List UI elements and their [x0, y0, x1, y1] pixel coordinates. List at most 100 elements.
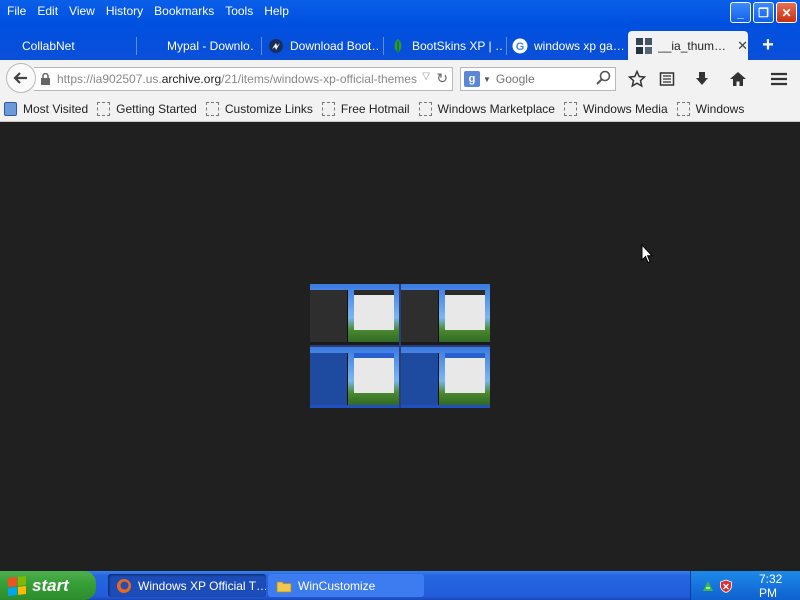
mouse-cursor-icon — [641, 243, 654, 267]
bookmark-windows[interactable]: Windows — [676, 102, 745, 116]
tab-label: BootSkins XP | … — [412, 38, 502, 53]
tab-label: Download Boot… — [290, 38, 378, 53]
home-icon[interactable] — [727, 69, 749, 89]
url-prefix: https://ia902507.us. — [57, 72, 162, 86]
bookmark-most-visited[interactable]: Most Visited — [4, 102, 88, 116]
url-host: archive.org — [161, 72, 222, 86]
bookmark-windows-media[interactable]: Windows Media — [563, 102, 668, 116]
url-text[interactable]: https://ia902507.us.archive.org/21/items… — [57, 72, 417, 86]
bookmark-label: Free Hotmail — [340, 102, 410, 116]
tab-mypal[interactable]: Mypal - Downlo… — [167, 31, 255, 60]
search-input[interactable] — [495, 72, 596, 86]
hamburger-menu-icon[interactable] — [768, 69, 790, 89]
tab-bootskins-xp[interactable]: BootSkins XP | … — [390, 31, 502, 60]
page-icon — [205, 102, 219, 116]
search-engine-dropdown-icon[interactable]: ▼ — [483, 75, 491, 84]
bookmark-label: Customize Links — [224, 102, 313, 116]
taskbar-preview — [310, 405, 399, 408]
page-content — [0, 122, 800, 571]
bookmark-label: Getting Started — [116, 102, 197, 116]
page-icon — [97, 102, 111, 116]
page-icon — [418, 102, 432, 116]
window-preview — [445, 353, 485, 393]
theme-preview-blue — [310, 347, 399, 408]
page-icon — [563, 102, 577, 116]
menu-history[interactable]: History — [103, 4, 151, 18]
search-icon[interactable] — [596, 70, 611, 89]
system-tray: 7:32 PM — [690, 571, 800, 600]
back-button[interactable] — [6, 63, 36, 93]
menu-view[interactable]: View — [66, 4, 103, 18]
windows-logo-icon — [8, 575, 26, 596]
tab-close-icon[interactable]: ✕ — [737, 38, 748, 54]
tab-separator — [261, 37, 262, 55]
bookmark-star-icon[interactable] — [626, 69, 648, 89]
start-button[interactable]: start — [0, 571, 96, 600]
leaf-icon — [390, 38, 406, 54]
minimize-button[interactable]: _ — [730, 2, 751, 23]
taskbar-item-label: Windows XP Official T… — [138, 578, 266, 593]
url-dropdown-icon[interactable]: ▽ — [422, 71, 430, 82]
thumbnail-image[interactable] — [310, 284, 490, 408]
bookmark-getting-started[interactable]: Getting Started — [97, 102, 197, 116]
tab-windows-xp-google[interactable]: G windows xp ga… — [512, 31, 624, 60]
bookmark-label: Windows — [695, 102, 745, 116]
start-menu-preview — [310, 290, 348, 342]
tab-strip: CollabNet Mypal - Downlo… Download Boot…… — [0, 31, 800, 60]
theme-preview-dark-2 — [401, 284, 490, 345]
reload-icon[interactable]: ↻ — [436, 70, 448, 87]
bookmark-windows-marketplace[interactable]: Windows Marketplace — [418, 102, 555, 116]
url-bar[interactable]: https://ia902507.us.archive.org/21/items… — [34, 67, 453, 91]
tab-separator — [506, 37, 507, 55]
image-icon — [636, 37, 652, 54]
taskbar-preview — [401, 405, 490, 408]
new-tab-button[interactable]: + — [756, 33, 780, 57]
taskbar-item-wincustomize[interactable]: WinCustomize — [268, 574, 424, 597]
url-path: /21/items/windows-xp-official-themes/__i… — [221, 72, 417, 86]
tab-collabnet[interactable]: CollabNet — [22, 31, 130, 60]
most-visited-icon — [4, 102, 17, 116]
download-icon[interactable] — [691, 69, 713, 89]
tab-separator — [136, 37, 137, 55]
tab-label: Mypal - Downlo… — [167, 38, 255, 53]
reading-list-icon[interactable] — [656, 69, 678, 89]
menu-file[interactable]: File — [4, 4, 34, 18]
bootskins-icon — [268, 38, 284, 54]
tab-ia-thumb[interactable]: __ia_thum… ✕ — [628, 31, 748, 60]
bookmark-label: Windows Marketplace — [437, 102, 555, 116]
tab-label: windows xp ga… — [534, 38, 624, 53]
taskbar-item-label: WinCustomize — [298, 578, 376, 593]
close-button[interactable]: ✕ — [776, 2, 797, 23]
folder-icon — [276, 578, 292, 594]
taskbar-preview — [310, 342, 399, 345]
back-arrow-icon — [13, 72, 27, 84]
google-search-icon: g — [464, 71, 480, 87]
window-preview — [354, 290, 394, 330]
lock-icon — [40, 73, 52, 85]
window-preview — [445, 290, 485, 330]
bookmark-label: Windows Media — [582, 102, 668, 116]
restore-button[interactable]: ❐ — [753, 2, 774, 23]
start-menu-preview — [401, 353, 439, 405]
google-icon: G — [512, 38, 528, 54]
search-bar[interactable]: g ▼ — [460, 67, 616, 91]
bookmark-free-hotmail[interactable]: Free Hotmail — [321, 102, 410, 116]
menu-bookmarks[interactable]: Bookmarks — [151, 4, 222, 18]
bookmark-label: Most Visited — [23, 102, 89, 116]
tab-download-boot[interactable]: Download Boot… — [268, 31, 378, 60]
menu-edit[interactable]: Edit — [34, 4, 66, 18]
start-label: start — [32, 575, 69, 595]
menu-bar: File Edit View History Bookmarks Tools H… — [0, 0, 297, 22]
taskbar-preview — [401, 342, 490, 345]
security-shield-icon[interactable] — [719, 579, 733, 593]
bookmark-customize-links[interactable]: Customize Links — [205, 102, 313, 116]
network-icon[interactable] — [701, 579, 715, 593]
page-icon — [676, 102, 690, 116]
theme-preview-dark — [310, 284, 399, 345]
taskbar-item-firefox[interactable]: Windows XP Official T… — [108, 574, 266, 597]
svg-text:G: G — [516, 41, 525, 53]
clock[interactable]: 7:32 PM — [759, 572, 800, 600]
menu-help[interactable]: Help — [261, 4, 297, 18]
window-controls: _ ❐ ✕ — [730, 2, 797, 23]
menu-tools[interactable]: Tools — [222, 4, 261, 18]
